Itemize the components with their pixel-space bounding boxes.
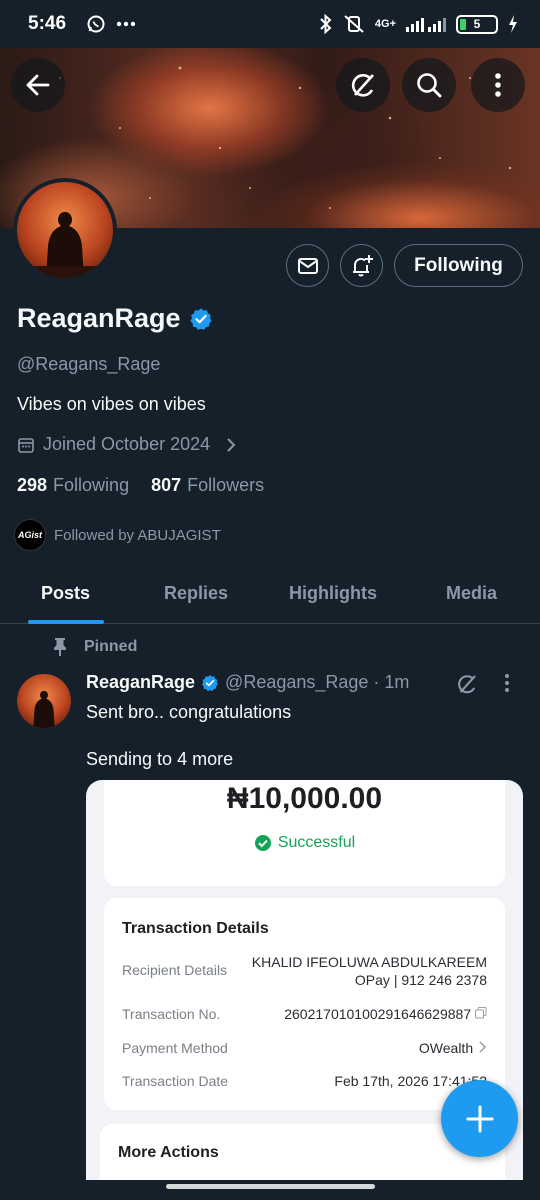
more-dots-icon	[116, 21, 136, 27]
recipient-label: Recipient Details	[122, 962, 228, 978]
home-indicator[interactable]	[166, 1184, 375, 1189]
profile-tabs: Posts Replies Highlights Media	[0, 566, 540, 624]
mute-icon	[343, 14, 365, 34]
calendar-icon	[18, 437, 34, 453]
signal-icon	[406, 16, 446, 32]
notifications-button[interactable]	[340, 244, 383, 287]
grok-icon	[458, 675, 476, 694]
tab-media[interactable]: Media	[446, 583, 497, 604]
transaction-details-card: Transaction Details Recipient Details KH…	[104, 898, 505, 1110]
followers-stat[interactable]: 807 Followers	[151, 475, 264, 496]
tab-posts[interactable]: Posts	[41, 583, 90, 604]
post-text: Sent bro.. congratulations	[86, 702, 292, 722]
post-grok-button[interactable]	[455, 672, 479, 701]
post-meta: @Reagans_Rage · 1m	[225, 672, 410, 692]
more-actions-title: More Actions	[118, 1144, 219, 1161]
charging-icon	[508, 15, 518, 33]
status-time: 5:46	[28, 13, 67, 34]
post-author-avatar[interactable]	[17, 674, 71, 728]
whatsapp-icon	[86, 14, 106, 34]
joined-date: Joined October 2024	[43, 434, 211, 454]
pinned-label: Pinned	[84, 638, 138, 655]
receipt-amount: ₦10,000.00	[226, 782, 383, 815]
more-vertical-icon	[495, 73, 501, 97]
transaction-details-title: Transaction Details	[122, 920, 269, 937]
profile-name: ReaganRage	[17, 303, 181, 333]
recipient-bank: OPay | 912 246 2378	[354, 972, 487, 988]
compose-post-button[interactable]	[441, 1080, 518, 1157]
grok-button[interactable]	[336, 58, 390, 112]
more-options-button[interactable]	[471, 58, 525, 112]
following-count: 298	[17, 475, 48, 495]
tab-replies[interactable]: Replies	[164, 583, 228, 604]
profile-avatar[interactable]	[13, 178, 117, 282]
pin-icon	[54, 638, 66, 656]
bell-plus-icon	[352, 254, 373, 276]
joined-date-row[interactable]: Joined October 2024	[17, 434, 238, 455]
payment-method-value: OWealth	[418, 1040, 474, 1056]
followed-by-row[interactable]: AGist Followed by ABUJAGIST	[14, 519, 221, 551]
avatar-figure	[17, 212, 113, 278]
receipt-status: Successful	[104, 834, 505, 852]
chevron-right-icon	[227, 437, 236, 452]
verified-badge-icon	[189, 308, 212, 330]
network-type: 4G+	[374, 18, 396, 30]
arrow-left-icon	[26, 74, 50, 96]
search-button[interactable]	[402, 58, 456, 112]
back-button[interactable]	[11, 58, 65, 112]
following-stat[interactable]: 298 Following	[17, 475, 129, 496]
post-more-button[interactable]	[504, 672, 510, 699]
chevron-right-icon	[479, 1041, 487, 1053]
followers-count: 807	[151, 475, 182, 495]
message-button[interactable]	[286, 244, 329, 287]
verified-badge-icon	[202, 674, 218, 691]
pinned-label-row: Pinned	[52, 637, 137, 657]
check-circle-icon	[254, 835, 271, 851]
transaction-number-value: 260217010100291646629887	[284, 1006, 472, 1022]
post-author-name[interactable]: ReaganRage	[86, 672, 195, 693]
battery-indicator: 5	[456, 14, 498, 34]
post-text-second-line: Sending to 4 more	[86, 749, 234, 769]
transaction-number: 260217010100291646629887	[284, 1006, 487, 1022]
profile-bio: Vibes on vibes on vibes	[17, 394, 206, 414]
transaction-date-label: Transaction Date	[122, 1073, 229, 1089]
profile-handle: @Reagans_Rage	[17, 354, 161, 374]
following-button[interactable]: Following	[394, 244, 523, 287]
followed-by-text: Followed by ABUJAGIST	[54, 526, 221, 544]
search-icon	[417, 73, 442, 98]
plus-icon	[466, 1105, 493, 1132]
follow-stats: 298 Following 807 Followers	[17, 475, 264, 496]
more-vertical-icon	[505, 674, 509, 692]
payment-method: OWealth	[419, 1040, 487, 1056]
followers-label: Followers	[187, 475, 265, 495]
copy-icon	[475, 1007, 487, 1019]
bluetooth-icon	[319, 14, 333, 34]
receipt-status-text: Successful	[277, 834, 356, 851]
active-tab-indicator	[28, 620, 104, 624]
payment-method-label: Payment Method	[122, 1040, 228, 1056]
post-header: ReaganRage @Reagans_Rage · 1m	[86, 672, 409, 693]
grok-icon	[351, 74, 374, 97]
receipt-amount-card: ₦10,000.00 Successful	[104, 780, 505, 886]
tab-highlights[interactable]: Highlights	[289, 583, 377, 604]
transaction-number-label: Transaction No.	[122, 1006, 221, 1022]
status-bar: 5:46 4G+ 5	[0, 0, 540, 48]
mail-icon	[297, 257, 318, 274]
profile-name-row: ReaganRage	[17, 303, 213, 334]
avatar-figure-small	[33, 690, 55, 728]
followed-by-avatar: AGist	[14, 519, 46, 551]
following-label: Following	[53, 475, 130, 495]
recipient-name: KHALID IFEOLUWA ABDULKAREEM	[251, 954, 487, 970]
